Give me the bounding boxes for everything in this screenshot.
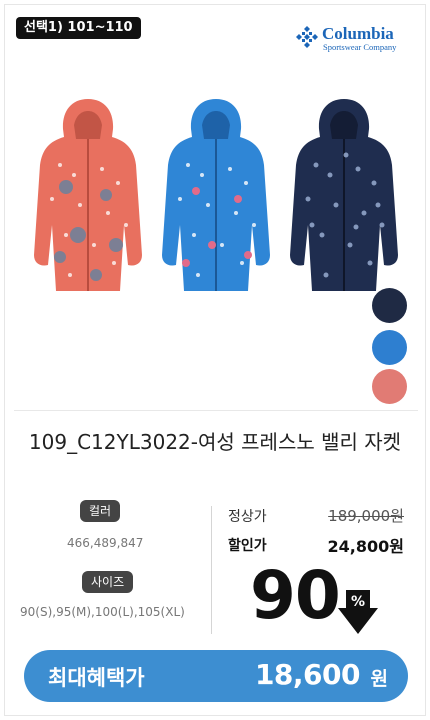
size-label: 사이즈 [82, 571, 134, 593]
brand-name: Columbia [322, 24, 394, 43]
max-benefit-amount: 18,600 [254, 658, 361, 691]
max-benefit-unit: 원 [370, 668, 388, 690]
sale-price-value: 24,800원 [327, 537, 404, 556]
discount-percent: 90 [250, 557, 341, 634]
select-badge: 선택1) 101~110 [16, 17, 141, 39]
regular-price-value: 189,000원 [328, 507, 404, 525]
swatch-blue[interactable] [372, 330, 407, 365]
swatch-navy[interactable] [372, 288, 407, 323]
divider-vertical [211, 506, 212, 634]
sale-price-label: 할인가 [228, 538, 267, 554]
columbia-diamond-icon [296, 26, 318, 48]
jacket-coral-image [34, 99, 142, 291]
color-label: 컬러 [80, 500, 121, 522]
product-image[interactable] [30, 95, 410, 305]
columbia-logo: Columbia Sportswear Company [296, 24, 406, 54]
max-benefit-bar[interactable]: 최대혜택가 18,600 원 [24, 650, 408, 702]
regular-price-label: 정상가 [228, 509, 267, 525]
discount-down-arrow-icon: % [338, 590, 378, 634]
brand-tagline: Sportswear Company [323, 42, 397, 52]
max-benefit-label: 최대혜택가 [48, 666, 145, 690]
swatch-coral[interactable] [372, 369, 407, 404]
size-value: 90(S),95(M),100(L),105(XL) [20, 605, 185, 619]
jacket-navy-image [290, 99, 398, 291]
color-value: 466,489,847 [67, 536, 144, 550]
percent-sign: % [350, 594, 366, 610]
divider [14, 410, 418, 411]
jacket-blue-image [162, 99, 270, 291]
product-title[interactable]: 109_C12YL3022-여성 프레스노 밸리 자켓 [20, 428, 410, 456]
